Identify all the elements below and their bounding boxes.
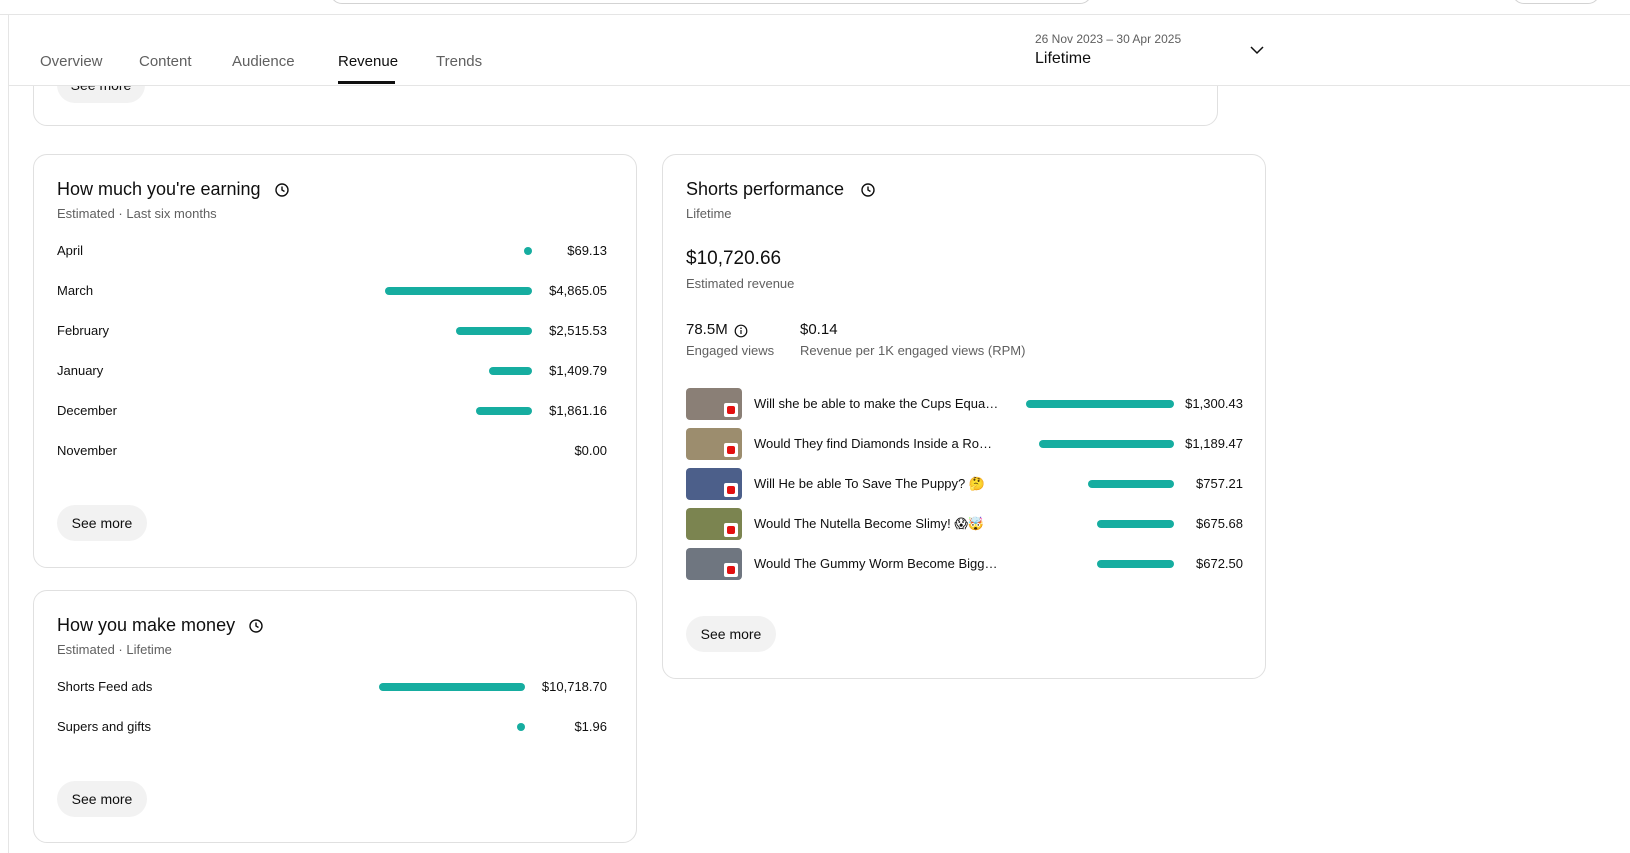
- shorts-performance-card: Shorts performance Lifetime $10,720.66 E…: [662, 154, 1266, 679]
- engaged-views-label: Engaged views: [686, 343, 775, 358]
- short-video-row[interactable]: Will He be able To Save The Puppy? 🤔 $757…: [686, 468, 1243, 502]
- row-value: $69.13: [567, 243, 607, 258]
- card-subtitle: Estimated · Last six months: [57, 206, 217, 221]
- shorts-icon: [724, 403, 738, 417]
- video-revenue: $1,300.43: [1185, 396, 1243, 411]
- row-value: $2,515.53: [549, 323, 607, 338]
- clock-icon[interactable]: [248, 618, 264, 634]
- see-more-button[interactable]: See more: [57, 505, 147, 541]
- revenue-sources-card: How you make money Estimated · Lifetime …: [33, 590, 637, 843]
- earnings-card: How much you're earning Estimated · Last…: [33, 154, 637, 568]
- bar-row[interactable]: April $69.13: [57, 240, 607, 262]
- value-bar: [1039, 440, 1174, 448]
- video-thumbnail[interactable]: [686, 428, 742, 460]
- value-bar: [1088, 480, 1174, 488]
- row-value: $10,718.70: [541, 679, 607, 694]
- tab-content[interactable]: Content: [139, 53, 192, 70]
- card-title: How you make money: [57, 615, 236, 635]
- tab-overview[interactable]: Overview: [40, 53, 103, 70]
- top-strip: [0, 0, 1630, 15]
- bar-row[interactable]: March $4,865.05: [57, 280, 607, 302]
- video-title[interactable]: Will He be able To Save The Puppy? 🤔: [754, 476, 985, 492]
- tab-revenue[interactable]: Revenue: [338, 53, 398, 70]
- row-value: $4,865.05: [549, 283, 607, 298]
- video-thumbnail[interactable]: [686, 388, 742, 420]
- row-label: April: [57, 243, 84, 258]
- video-title[interactable]: Would The Nutella Become Slimy! 😱🤯: [754, 516, 984, 532]
- row-label: November: [57, 443, 117, 458]
- rpm-value: $0.14: [800, 321, 838, 338]
- clock-icon[interactable]: [274, 182, 290, 198]
- value-bar: [1026, 400, 1174, 408]
- short-video-row[interactable]: Would The Gummy Worm Become Bigg… $672.50: [686, 548, 1243, 582]
- see-more-button[interactable]: See more: [57, 781, 147, 817]
- shorts-icon: [724, 443, 738, 457]
- date-period-label[interactable]: Lifetime: [1035, 50, 1091, 68]
- value-bar: [385, 287, 532, 295]
- rpm-label: Revenue per 1K engaged views (RPM): [800, 343, 1026, 358]
- shorts-icon: [724, 563, 738, 577]
- value-bar: [476, 407, 532, 415]
- row-label: March: [57, 283, 94, 298]
- video-thumbnail[interactable]: [686, 468, 742, 500]
- card-title: How much you're earning: [57, 179, 261, 199]
- card-title: Shorts performance: [686, 179, 845, 199]
- row-value: $1,861.16: [549, 403, 607, 418]
- row-value: $1.96: [574, 719, 607, 734]
- row-value: $1,409.79: [549, 363, 607, 378]
- estimated-revenue-value: $10,720.66: [686, 248, 782, 269]
- info-icon[interactable]: [734, 324, 748, 338]
- video-thumbnail[interactable]: [686, 548, 742, 580]
- video-revenue: $757.21: [1196, 476, 1243, 491]
- video-revenue: $675.68: [1196, 516, 1243, 531]
- date-range-text[interactable]: 26 Nov 2023 – 30 Apr 2025: [1035, 32, 1181, 46]
- bar-row[interactable]: Shorts Feed ads $10,718.70: [57, 676, 607, 698]
- engaged-views-value: 78.5M: [686, 321, 728, 338]
- tab-audience[interactable]: Audience: [232, 53, 295, 70]
- row-label: December: [57, 403, 117, 418]
- row-label: Shorts Feed ads: [57, 679, 153, 694]
- bar-row[interactable]: Supers and gifts $1.96: [57, 716, 607, 738]
- chevron-down-icon[interactable]: [1249, 42, 1265, 58]
- video-thumbnail[interactable]: [686, 508, 742, 540]
- bar-row[interactable]: January $1,409.79: [57, 360, 607, 382]
- short-video-row[interactable]: Would They find Diamonds Inside a Ro… $1,…: [686, 428, 1243, 462]
- video-title[interactable]: Would They find Diamonds Inside a Ro…: [754, 436, 992, 451]
- video-revenue: $1,189.47: [1185, 436, 1243, 451]
- shorts-icon: [724, 483, 738, 497]
- video-title[interactable]: Will she be able to make the Cups Equa…: [754, 396, 998, 411]
- tab-trends[interactable]: Trends: [436, 53, 482, 70]
- search-bar-edge[interactable]: [330, 0, 1092, 4]
- value-bar: [524, 247, 532, 255]
- analytics-tab-bar: Overview Content Audience Revenue Trends…: [9, 15, 1630, 86]
- clock-icon[interactable]: [860, 182, 876, 198]
- row-label: February: [57, 323, 110, 338]
- value-bar: [379, 683, 525, 691]
- row-label: January: [57, 363, 104, 378]
- row-value: $0.00: [574, 443, 607, 458]
- bar-row[interactable]: November $0.00: [57, 440, 607, 462]
- card-subtitle: Estimated · Lifetime: [57, 642, 172, 657]
- bar-row[interactable]: February $2,515.53: [57, 320, 607, 342]
- header-button-edge[interactable]: [1512, 0, 1600, 4]
- card-subtitle: Lifetime: [686, 206, 732, 221]
- video-title[interactable]: Would The Gummy Worm Become Bigg…: [754, 556, 997, 571]
- shorts-icon: [724, 523, 738, 537]
- row-label: Supers and gifts: [57, 719, 151, 734]
- short-video-row[interactable]: Would The Nutella Become Slimy! 😱🤯 $675.6…: [686, 508, 1243, 542]
- value-bar: [1097, 560, 1174, 568]
- see-more-button[interactable]: See more: [686, 616, 776, 652]
- active-tab-indicator: [338, 81, 395, 84]
- value-bar: [489, 367, 532, 375]
- value-bar: [1097, 520, 1174, 528]
- short-video-row[interactable]: Will she be able to make the Cups Equa… $…: [686, 388, 1243, 422]
- value-bar: [517, 723, 525, 731]
- value-bar: [456, 327, 532, 335]
- bar-row[interactable]: December $1,861.16: [57, 400, 607, 422]
- sidebar-divider: [8, 14, 9, 853]
- video-revenue: $672.50: [1196, 556, 1243, 571]
- estimated-revenue-label: Estimated revenue: [686, 276, 795, 291]
